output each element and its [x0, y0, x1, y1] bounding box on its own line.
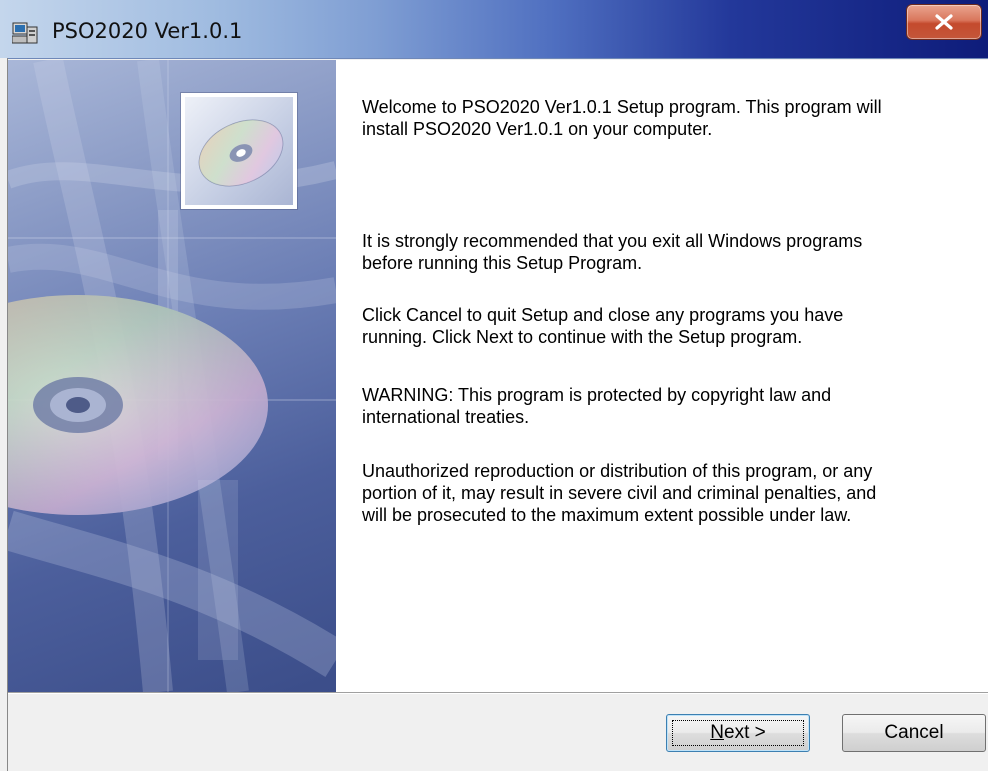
focus-rectangle [672, 720, 804, 746]
close-icon [935, 14, 953, 30]
wizard-content: Welcome to PSO2020 Ver1.0.1 Setup progra… [8, 60, 988, 692]
button-separator [8, 692, 988, 694]
cancel-button-label: Cancel [884, 722, 944, 743]
setup-window: PSO2020 Ver1.0.1 Welcome to PSO2020 Ver1… [0, 0, 988, 771]
warning-paragraph: WARNING: This program is protected by co… [362, 385, 832, 427]
welcome-text-panel: Welcome to PSO2020 Ver1.0.1 Setup progra… [336, 60, 988, 692]
title-bar[interactable]: PSO2020 Ver1.0.1 [0, 0, 988, 59]
cd-thumbnail [181, 93, 297, 209]
setup-computer-icon [11, 21, 38, 45]
window-title: PSO2020 Ver1.0.1 [52, 19, 243, 43]
cancel-button[interactable]: Cancel [842, 714, 986, 752]
cd-disc-artwork [8, 60, 336, 692]
next-button[interactable]: Next > [666, 714, 810, 752]
window-frame-edge [0, 58, 8, 771]
cancel-next-paragraph: Click Cancel to quit Setup and close any… [362, 305, 844, 347]
welcome-paragraph: Welcome to PSO2020 Ver1.0.1 Setup progra… [362, 97, 882, 139]
exit-programs-paragraph: It is strongly recommended that you exit… [362, 231, 863, 273]
copyright-paragraph: Unauthorized reproduction or distributio… [362, 461, 877, 525]
close-button[interactable] [906, 4, 982, 40]
